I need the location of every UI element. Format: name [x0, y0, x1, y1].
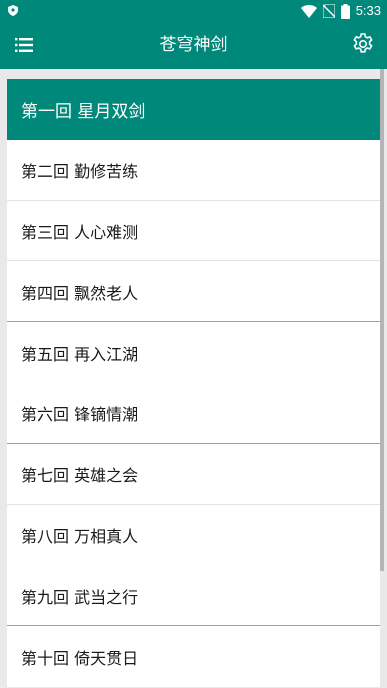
- page-title: 苍穹神剑: [159, 35, 228, 55]
- gear-icon[interactable]: [351, 32, 375, 56]
- chapter-item[interactable]: 第三回 人心难测: [7, 200, 380, 262]
- status-time: 5:33: [355, 3, 381, 18]
- status-bar: 5:33: [0, 0, 387, 22]
- wifi-icon: [300, 4, 317, 18]
- chapter-label: 第二回 勤修苦练: [21, 162, 139, 182]
- chapter-item[interactable]: 第十回 倚天贯日: [7, 626, 380, 687]
- chapter-label: 第五回 再入江湖: [21, 344, 139, 364]
- chapter-list-area: 第一回 星月双剑 第二回 勤修苦练 第三回 人心难测 第四回 飘然老人 第五回 …: [0, 69, 387, 688]
- chapter-item[interactable]: 第九回 武当之行: [7, 565, 380, 627]
- chapter-label: 第十回 倚天贯日: [21, 648, 139, 668]
- chapter-item[interactable]: 第二回 勤修苦练: [7, 139, 380, 201]
- chapter-label: 第八回 万相真人: [21, 526, 139, 546]
- chapter-item[interactable]: 第六回 锋镝情潮: [7, 382, 380, 444]
- chapter-label: 第六回 锋镝情潮: [21, 405, 139, 425]
- shield-icon: [8, 5, 18, 16]
- chapter-label: 第七回 英雄之会: [21, 466, 139, 486]
- chapter-item[interactable]: 第八回 万相真人: [7, 504, 380, 566]
- chapter-item[interactable]: 第五回 再入江湖: [7, 322, 380, 383]
- app-bar: 苍穹神剑: [0, 22, 387, 69]
- no-sim-icon: [322, 4, 335, 18]
- status-icons: 5:33: [300, 0, 381, 22]
- scrollbar[interactable]: [380, 69, 384, 571]
- chapter-item[interactable]: 第七回 英雄之会: [7, 443, 380, 505]
- chapter-label: 第三回 人心难测: [21, 222, 139, 242]
- battery-icon: [340, 3, 350, 19]
- chapter-item[interactable]: 第四回 飘然老人: [7, 261, 380, 323]
- chapter-list: 第一回 星月双剑 第二回 勤修苦练 第三回 人心难测 第四回 飘然老人 第五回 …: [7, 79, 380, 687]
- chapter-label: 第九回 武当之行: [21, 587, 139, 607]
- chapter-label: 第四回 飘然老人: [21, 283, 139, 303]
- chapter-label: 第一回 星月双剑: [21, 101, 146, 122]
- chapter-item[interactable]: 第一回 星月双剑: [7, 79, 380, 140]
